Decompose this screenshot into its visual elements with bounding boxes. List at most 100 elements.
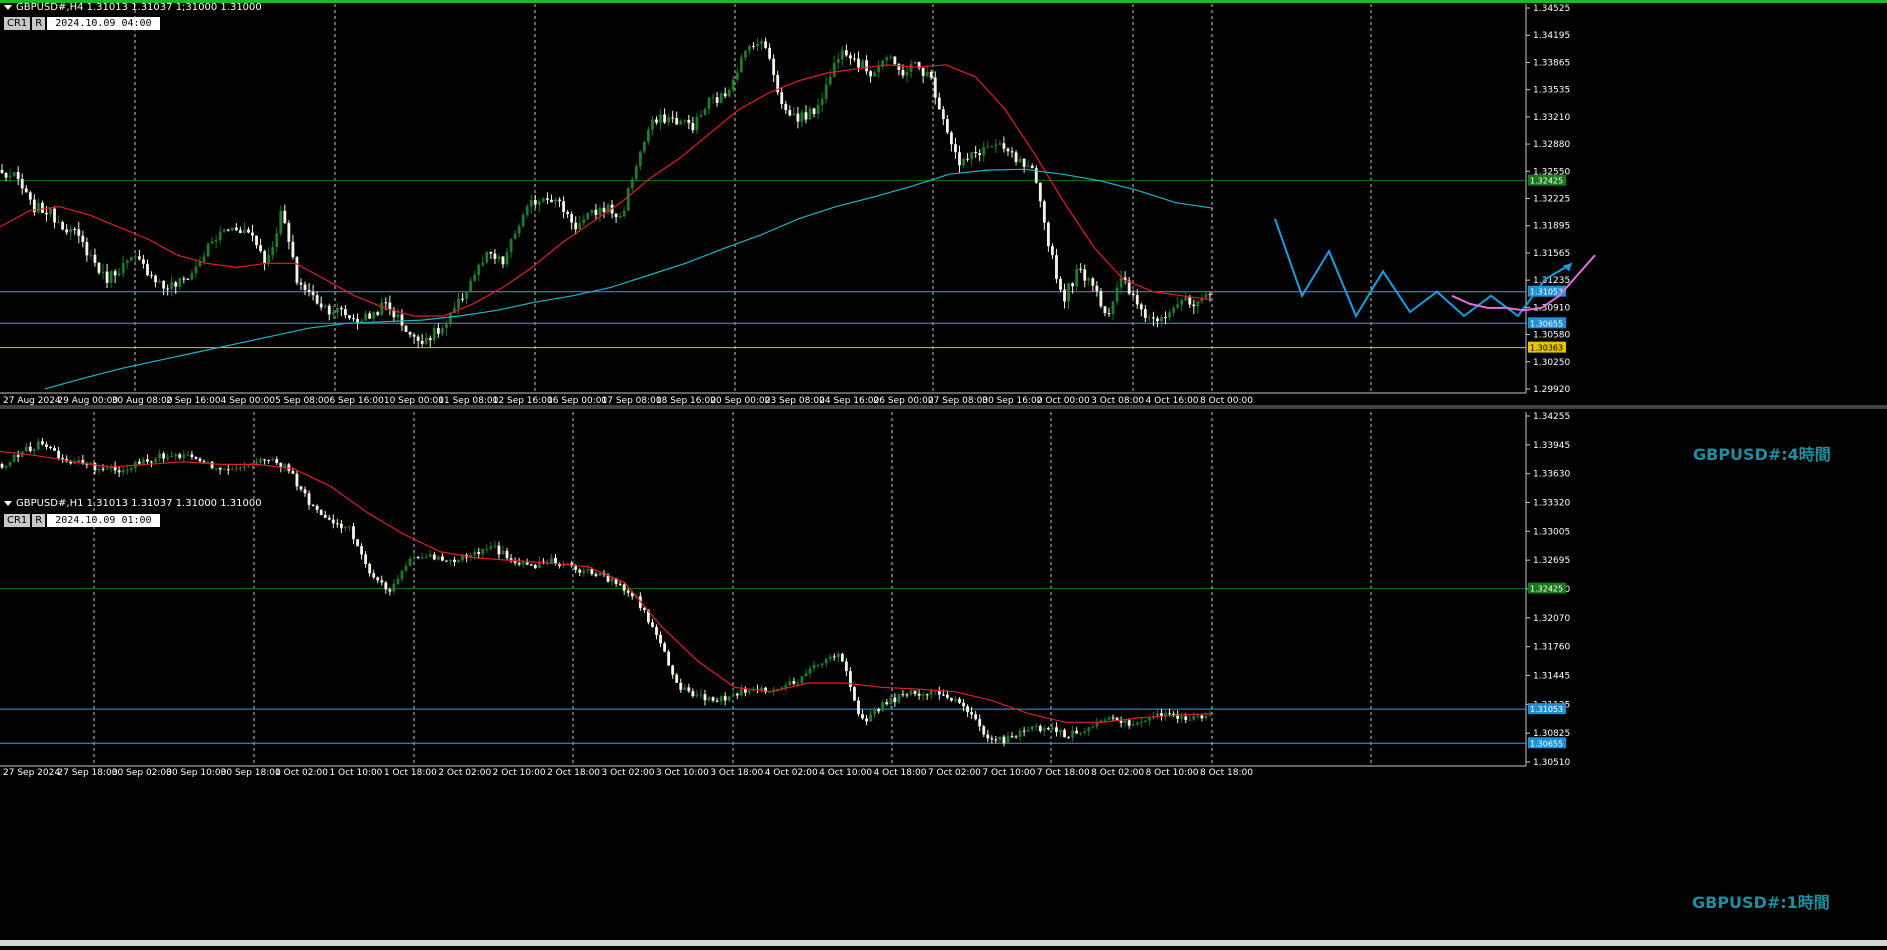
h4-y-tick-label: 1.34195 [1533, 31, 1570, 41]
h1-candle-body [986, 734, 990, 739]
h1-candle-body [263, 459, 267, 461]
h1-x-tick-label: 2 Oct 02:00 [438, 768, 491, 778]
chart-canvas[interactable]: 1.34525 1.34195 1.33865 1.33535 1.33210 1.328… [0, 0, 1887, 946]
h4-candle-body [85, 242, 89, 256]
h4-candle-body [101, 271, 105, 273]
h4-candle-body [865, 60, 868, 72]
h1-ma-short-line [0, 450, 1213, 723]
h4-y-tick-label: 1.31895 [1533, 222, 1570, 232]
h4-candle-body [243, 229, 246, 234]
h4-candle-body [259, 245, 262, 252]
h4-candle-body [711, 97, 715, 99]
h1-candle-body [525, 562, 529, 565]
h1-x-tick-label: 7 Oct 18:00 [1037, 768, 1090, 778]
h4-x-tick-label: 2 Sep 16:00 [166, 396, 221, 406]
h1-candle-body [45, 444, 48, 447]
h4-candle-body [550, 199, 553, 203]
h4-candle-body [642, 141, 646, 152]
h1-candle-body [477, 552, 481, 554]
h1-candle-body [1087, 727, 1091, 732]
h4-candle-body [509, 238, 513, 253]
h4-candle-body [1095, 285, 1099, 292]
h4-candle-body [800, 112, 804, 122]
h4-candle-body [735, 72, 739, 80]
h4-y-tick-label: 1.32225 [1533, 195, 1570, 205]
h4-candle-body [319, 303, 323, 308]
h1-candle-body [243, 466, 246, 468]
h1-candle-body [1034, 726, 1038, 728]
top-badge-r[interactable]: R [32, 17, 46, 30]
h4-candle-body [1192, 304, 1196, 307]
h4-candle-body [513, 233, 517, 239]
h4-y-tick-label: 1.32880 [1533, 140, 1570, 150]
h4-candle-body [218, 231, 222, 241]
h4-candle-body [687, 119, 691, 124]
h1-candle-body [1099, 720, 1103, 722]
h4-candle-body [1046, 222, 1050, 247]
h1-candle-body [869, 714, 873, 722]
h4-candle-body [925, 71, 929, 76]
h1-x-tick-label: 3 Oct 10:00 [656, 768, 709, 778]
h1-candle-body [958, 699, 961, 703]
h1-candle-body [416, 556, 420, 558]
h1-candle-body [493, 545, 497, 547]
h4-candle-body [1079, 268, 1083, 270]
h1-candle-body [162, 453, 166, 459]
h4-y-tick-label: 1.33210 [1533, 113, 1570, 123]
h1-candle-body [1184, 716, 1188, 720]
bottom-badge-r[interactable]: R [32, 514, 46, 527]
h4-candle-body [109, 271, 113, 283]
h4-candle-body [194, 266, 198, 274]
dropdown-triangle-icon[interactable] [4, 4, 12, 10]
h1-candle-body [1103, 719, 1107, 721]
h4-candle-body [327, 305, 331, 315]
h4-candle-body [743, 50, 747, 58]
h4-candle-body [877, 66, 881, 73]
top-badge-cr1[interactable]: CR1 [4, 17, 31, 30]
h4-candle-body [182, 278, 186, 280]
bottom-chart-header[interactable]: GBPUSD#,H1 1.31013 1.31037 1.31000 1.310… [4, 497, 262, 511]
h1-candle-body [222, 469, 226, 471]
h1-candle-body [453, 559, 456, 563]
h4-candle-body [978, 153, 982, 156]
h1-candle-body [849, 671, 852, 688]
h4-candle-body [933, 77, 937, 98]
h4-candle-body [57, 222, 60, 224]
h4-candle-body [820, 98, 824, 105]
h4-x-tick-label: 6 Sep 16:00 [329, 396, 384, 406]
h4-candle-body [1184, 297, 1188, 301]
h4-candle-body [937, 97, 941, 110]
top-chart-header[interactable]: GBPUSD#,H4 1.31013 1.31037 1;31000 1.310… [4, 1, 262, 15]
h4-candle-body [1026, 165, 1030, 167]
h1-candle-body [667, 651, 671, 666]
h4-x-tick-label: 10 Sep 00:00 [384, 396, 444, 406]
h1-x-tick-label: 3 Oct 02:00 [602, 768, 655, 778]
h1-candle-body [521, 562, 525, 565]
h4-candle-body [525, 206, 529, 215]
h4-candle-body [1107, 313, 1111, 315]
h4-x-tick-label: 30 Aug 08:00 [112, 396, 173, 406]
h4-candle-body [352, 318, 355, 320]
h4-candle-body [760, 41, 763, 44]
h4-candle-body [222, 229, 226, 232]
top-chart-watermark: GBPUSD#:4時間 [1693, 445, 1831, 464]
h4-candle-body [49, 208, 52, 215]
chart-tabs-bar[interactable] [0, 940, 1887, 946]
h1-candle-body [695, 694, 699, 697]
h4-x-tick-label: 2 Oct 00:00 [1037, 396, 1090, 406]
h4-candle-body [1071, 283, 1075, 287]
h1-candle-body [857, 700, 860, 715]
h4-x-tick-label: 12 Sep 16:00 [493, 396, 553, 406]
h4-candle-body [214, 240, 218, 242]
h1-candle-body [1002, 736, 1006, 744]
h1-candle-body [743, 688, 747, 693]
bottom-badge-cr1[interactable]: CR1 [4, 514, 31, 527]
h4-candle-body [655, 119, 658, 123]
h1-y-tick-label: 1.33320 [1533, 499, 1570, 509]
h1-candle-body [748, 690, 751, 693]
h1-candle-body [420, 557, 424, 559]
dropdown-triangle-icon[interactable] [4, 500, 12, 506]
h4-candle-body [857, 58, 860, 68]
h4-candle-body [824, 84, 828, 99]
h1-candle-body [873, 709, 877, 715]
